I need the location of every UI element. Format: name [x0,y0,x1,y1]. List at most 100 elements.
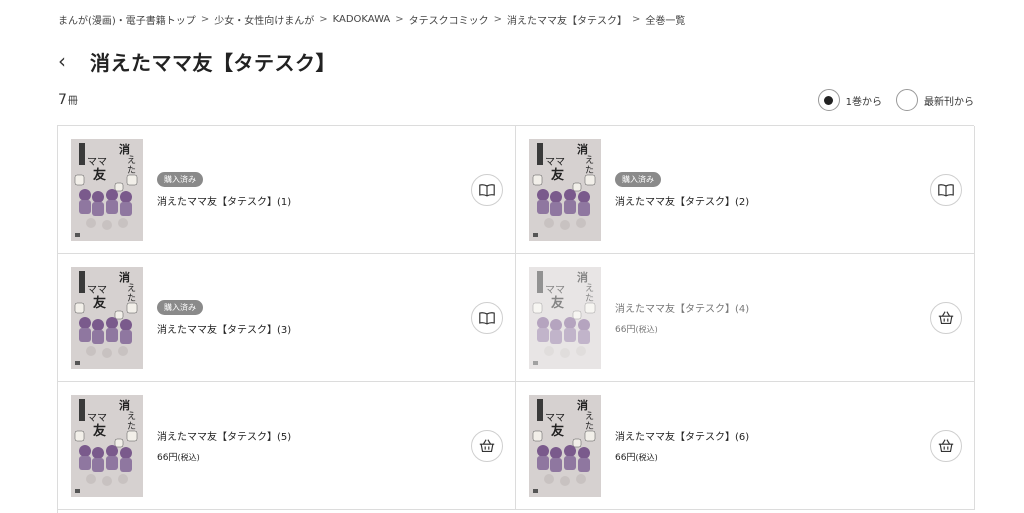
volume-title[interactable]: 消えたママ友【タテスク】(5) [157,428,291,443]
title-row: ‹ 消えたママ友【タテスク】 [58,47,336,75]
svg-text:ママ: ママ [87,157,107,168]
svg-text:た: た [127,293,136,304]
sort-from-latest-label: 最新刊から [924,96,974,108]
svg-text:え: え [585,411,594,422]
price-tax-note: (税込) [635,453,658,462]
volume-title[interactable]: 消えたママ友【タテスク】(1) [157,193,291,208]
volume-count: 7 冊 [58,92,78,108]
svg-text:友: 友 [93,423,106,439]
breadcrumb-shojo[interactable]: 少女・女性向けまんが [214,12,314,27]
svg-text:た: た [585,293,594,304]
volume-card[interactable]: 消 え た ママ 友 消えたママ友【タテスク】(5) 66円(税込) [58,382,516,510]
volume-info: 消えたママ友【タテスク】(6) 66円(税込) [615,382,749,509]
book-icon [478,309,496,327]
add-to-cart-button[interactable] [930,302,962,334]
svg-text:た: た [127,421,136,432]
svg-text:え: え [585,155,594,166]
add-to-cart-button[interactable] [930,430,962,462]
volume-price: 66円(税込) [615,322,749,335]
svg-text:友: 友 [551,167,564,183]
svg-text:え: え [127,411,136,422]
svg-text:消: 消 [119,398,130,412]
breadcrumb: まんが(漫画)・電子書籍トップ > 少女・女性向けまんが > KADOKAWA … [58,12,685,27]
breadcrumb-publisher[interactable]: KADOKAWA [333,14,391,25]
svg-text:ママ: ママ [545,413,565,424]
next-row-hint [57,509,974,513]
volume-price: 66円(税込) [615,450,749,463]
back-icon[interactable]: ‹ [58,51,80,71]
volume-cover-image[interactable]: 消 え た ママ 友 [71,395,143,497]
svg-text:友: 友 [93,295,106,311]
read-button[interactable] [930,174,962,206]
volume-card[interactable]: 消 え た ママ 友 購入済み消えたママ友【タテスク】(2) [516,126,975,254]
sort-from-first-radio[interactable]: 1巻から [817,89,882,111]
sort-from-first-label: 1巻から [845,96,882,108]
purchased-badge: 購入済み [157,171,203,187]
svg-text:友: 友 [93,167,106,183]
book-icon [478,181,496,199]
svg-text:消: 消 [119,142,130,156]
basket-icon [937,437,955,455]
basket-icon [478,437,496,455]
volume-title[interactable]: 消えたママ友【タテスク】(2) [615,193,749,208]
svg-text:消: 消 [577,398,588,412]
svg-text:え: え [585,283,594,294]
read-button[interactable] [471,174,503,206]
volume-title[interactable]: 消えたママ友【タテスク】(6) [615,428,749,443]
price-tax-note: (税込) [177,453,200,462]
volume-count-unit: 冊 [67,96,78,107]
volume-cover-image[interactable]: 消 え た ママ 友 [71,139,143,241]
breadcrumb-current: 全巻一覧 [645,16,686,27]
volume-card[interactable]: 消 え た ママ 友 購入済み消えたママ友【タテスク】(1) [58,126,516,254]
book-icon [937,181,955,199]
breadcrumb-separator: > [493,14,503,25]
volume-cover-image[interactable]: 消 え た ママ 友 [529,267,601,369]
add-to-cart-button[interactable] [471,430,503,462]
sort-order: 1巻から 最新刊から [804,89,974,111]
volume-cover-image[interactable]: 消 え た ママ 友 [529,395,601,497]
volume-grid: 消 え た ママ 友 購入済み 消えたママ友【タテスク】(1) 消 え た ママ … [57,125,975,510]
volume-cover-image[interactable]: 消 え た ママ 友 [71,267,143,369]
volume-info: 購入済み消えたママ友【タテスク】(1) [157,126,291,253]
breadcrumb-label[interactable]: タテスクコミック [409,12,489,27]
breadcrumb-top[interactable]: まんが(漫画)・電子書籍トップ [58,12,196,27]
svg-text:消: 消 [119,270,130,284]
volume-card[interactable]: 消 え た ママ 友 購入済み消えたママ友【タテスク】(3) [58,254,516,382]
purchased-badge: 購入済み [615,171,661,187]
volume-cover-image[interactable]: 消 え た ママ 友 [529,139,601,241]
svg-text:た: た [585,421,594,432]
svg-text:た: た [127,165,136,176]
volume-title[interactable]: 消えたママ友【タテスク】(4) [615,300,749,315]
volume-price: 66円(税込) [157,450,291,463]
price-tax-note: (税込) [635,325,658,334]
svg-text:ママ: ママ [545,157,565,168]
radio-selected-icon [817,89,840,111]
svg-text:え: え [127,283,136,294]
read-button[interactable] [471,302,503,334]
price-value: 66円 [615,325,636,335]
breadcrumb-separator: > [632,14,641,25]
breadcrumb-series[interactable]: 消えたママ友【タテスク】 [507,12,627,27]
sort-from-latest-radio[interactable]: 最新刊から [896,89,974,111]
price-value: 66円 [615,453,636,463]
svg-text:消: 消 [577,142,588,156]
volume-title[interactable]: 消えたママ友【タテスク】(3) [157,321,291,336]
volume-card[interactable]: 消 え た ママ 友 消えたママ友【タテスク】(4) 66円(税込) [516,254,975,382]
volume-info: 購入済み消えたママ友【タテスク】(3) [157,254,291,381]
svg-text:え: え [127,155,136,166]
svg-text:友: 友 [551,295,564,311]
svg-text:ママ: ママ [87,413,107,424]
volume-card[interactable]: 消 え た ママ 友 消えたママ友【タテスク】(6) 66円(税込) [516,382,975,510]
radio-unselected-icon [896,89,918,111]
svg-text:た: た [585,165,594,176]
volume-info: 消えたママ友【タテスク】(4) 66円(税込) [615,254,749,381]
volume-info: 消えたママ友【タテスク】(5) 66円(税込) [157,382,291,509]
page-title: 消えたママ友【タテスク】 [90,50,336,75]
breadcrumb-separator: > [200,14,210,25]
price-value: 66円 [157,453,178,463]
volume-info: 購入済み消えたママ友【タテスク】(2) [615,126,749,253]
breadcrumb-separator: > [395,14,404,25]
purchased-badge: 購入済み [157,299,203,315]
volume-count-number: 7 [58,92,67,108]
svg-text:消: 消 [577,270,588,284]
